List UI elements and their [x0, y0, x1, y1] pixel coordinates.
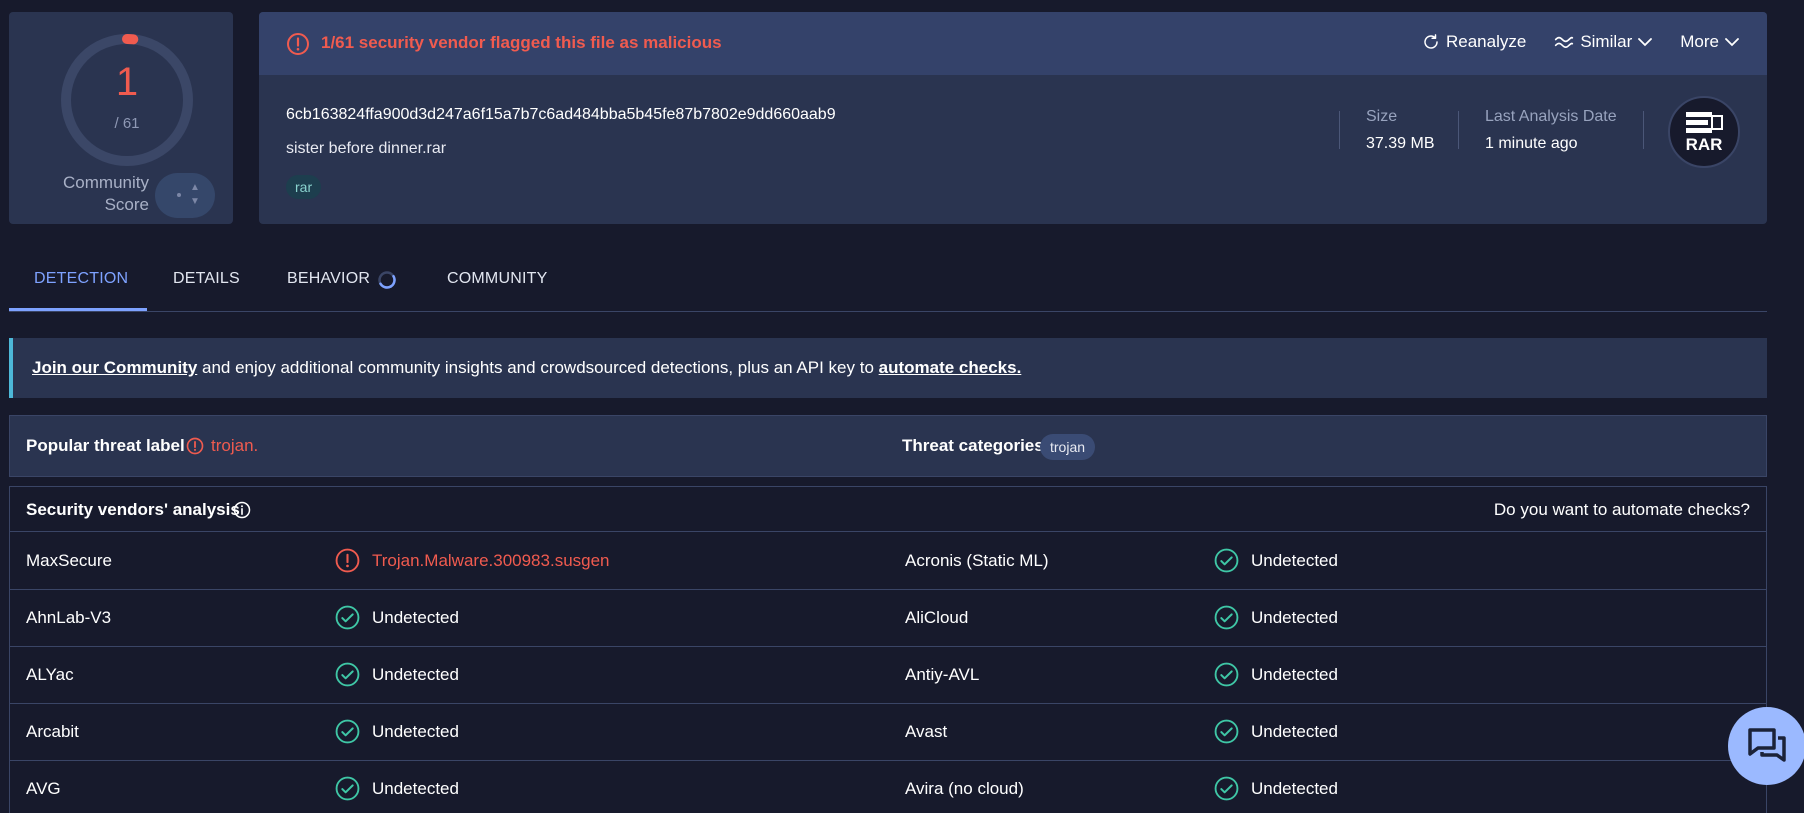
detection-total: / 61 [114, 115, 140, 132]
vendor-result: Undetected [372, 665, 459, 684]
tab-details[interactable]: DETAILS [173, 270, 240, 288]
refresh-icon [1424, 34, 1438, 49]
alert-text: 1/61 security vendor flagged this file a… [321, 33, 722, 52]
reanalyze-label: Reanalyze [1445, 32, 1527, 51]
file-hash[interactable]: 6cb163824ffa900d3d247a6f15a7b7c6ad484bba… [286, 106, 836, 124]
join-community-link[interactable]: Join our Community [32, 358, 197, 377]
vendor-name: Avira (no cloud) [905, 779, 1024, 798]
chevron-down-icon [1725, 38, 1739, 47]
community-score-label: Community Score [63, 173, 149, 214]
check-circle-icon [335, 605, 360, 630]
similar-label: Similar [1580, 32, 1633, 51]
vendors-title: Security vendors' analysis [26, 500, 240, 519]
vendor-result: Undetected [1251, 722, 1338, 741]
check-circle-icon [1214, 776, 1239, 801]
alert-circle-icon [287, 33, 309, 55]
divider [1458, 111, 1459, 149]
virustotal-file-report: 1 / 61 Community Score ▲ ▼ 1/61 security… [0, 0, 1804, 813]
check-circle-icon [1214, 662, 1239, 687]
threat-categories-label: Threat categories [902, 436, 1044, 455]
rar-archive-icon [1686, 112, 1723, 133]
banner-middle-text: and enjoy additional community insights … [197, 358, 879, 377]
file-type-badge: RAR [1668, 96, 1740, 168]
alert-circle-icon [186, 437, 204, 455]
vendor-name: MaxSecure [26, 551, 112, 570]
vendor-result: Undetected [1251, 608, 1338, 627]
tab-detection[interactable]: DETECTION [34, 270, 128, 288]
more-button[interactable]: More [1680, 32, 1739, 52]
similar-wave-icon [1555, 36, 1574, 49]
check-circle-icon [1214, 548, 1239, 573]
alert-circle-icon [335, 548, 360, 573]
threat-category-chip[interactable]: trojan [1040, 434, 1096, 460]
security-vendors-table: Security vendors' analysis Do you want t… [9, 486, 1767, 813]
vendor-result: Undetected [1251, 665, 1338, 684]
vendor-row: MaxSecure Trojan.Malware.300983.susgen Acr… [10, 533, 1766, 590]
similar-button[interactable]: Similar [1554, 32, 1653, 52]
vendor-name: Antiy-AVL [905, 665, 980, 684]
threat-summary-row: Popular threat label trojan. Threat cate… [9, 415, 1767, 477]
vote-down-icon[interactable]: ▼ [190, 196, 200, 207]
vendor-result: Undetected [372, 779, 459, 798]
vendor-row: Arcabit Undetected Avast Undetected [10, 704, 1766, 761]
vendor-result: Undetected [372, 608, 459, 627]
file-type-label: RAR [1685, 135, 1723, 154]
vote-dot-icon [177, 193, 181, 197]
file-tag[interactable]: rar [286, 175, 322, 199]
vendor-row: AhnLab-V3 Undetected AliCloud Undetected [10, 590, 1766, 647]
size-value: 37.39 MB [1366, 135, 1435, 152]
tab-community[interactable]: COMMUNITY [447, 270, 547, 288]
divider [1643, 111, 1644, 149]
vendor-row: ALYac Undetected Antiy-AVL Undetected [10, 647, 1766, 704]
community-banner: Join our Community and enjoy additional … [9, 338, 1767, 398]
chevron-down-icon [1638, 38, 1653, 47]
loading-spinner-icon [378, 271, 396, 289]
popular-threat-value[interactable]: trojan. [211, 436, 258, 456]
last-analysis-value: 1 minute ago [1485, 135, 1578, 152]
vendor-result: Undetected [372, 722, 459, 741]
chat-support-button[interactable] [1728, 707, 1804, 785]
vendor-name: ALYac [26, 665, 74, 684]
more-label: More [1680, 32, 1719, 51]
vendor-name: Avast [905, 722, 948, 741]
vendor-name: Arcabit [26, 722, 79, 741]
file-name: sister before dinner.rar [286, 140, 447, 157]
reanalyze-button[interactable]: Reanalyze [1422, 32, 1526, 52]
detection-count: 1 [115, 60, 139, 104]
vendor-result: Trojan.Malware.300983.susgen [372, 551, 610, 570]
tab-behavior[interactable]: BEHAVIOR [287, 270, 370, 288]
vendor-name: Acronis (Static ML) [905, 551, 1049, 570]
last-analysis-label: Last Analysis Date [1485, 108, 1617, 125]
vote-up-icon[interactable]: ▲ [190, 182, 200, 193]
vendors-header: Security vendors' analysis Do you want t… [10, 487, 1766, 532]
banner-text: Join our Community and enjoy additional … [32, 358, 1021, 378]
community-vote-control[interactable]: ▲ ▼ [155, 173, 215, 218]
detection-score-card: 1 / 61 Community Score ▲ ▼ [9, 12, 233, 224]
vendor-name: AhnLab-V3 [26, 608, 112, 627]
check-circle-icon [335, 662, 360, 687]
check-circle-icon [335, 719, 360, 744]
vendor-name: AliCloud [905, 608, 969, 627]
report-tabs: DETECTION DETAILS BEHAVIOR COMMUNITY [9, 256, 1767, 312]
check-circle-icon [1214, 719, 1239, 744]
size-label: Size [1366, 108, 1398, 125]
chat-bubbles-icon [1748, 728, 1786, 762]
active-tab-indicator [9, 308, 147, 311]
automate-checks-prompt[interactable]: Do you want to automate checks? [1494, 500, 1750, 520]
check-circle-icon [1214, 605, 1239, 630]
vendor-result: Undetected [1251, 779, 1338, 798]
info-icon[interactable] [233, 501, 251, 519]
file-info-card: 1/61 security vendor flagged this file a… [259, 12, 1767, 224]
popular-threat-label: Popular threat label [26, 436, 185, 455]
vendor-result: Undetected [1251, 551, 1338, 570]
vendor-name: AVG [26, 779, 61, 798]
check-circle-icon [335, 776, 360, 801]
malicious-alert-bar: 1/61 security vendor flagged this file a… [259, 12, 1767, 75]
vendor-row: AVG Undetected Avira (no cloud) Undetected [10, 761, 1766, 813]
divider [1339, 111, 1340, 149]
alert-actions: Reanalyze Similar More [1422, 32, 1739, 52]
automate-checks-link[interactable]: automate checks. [879, 358, 1022, 377]
